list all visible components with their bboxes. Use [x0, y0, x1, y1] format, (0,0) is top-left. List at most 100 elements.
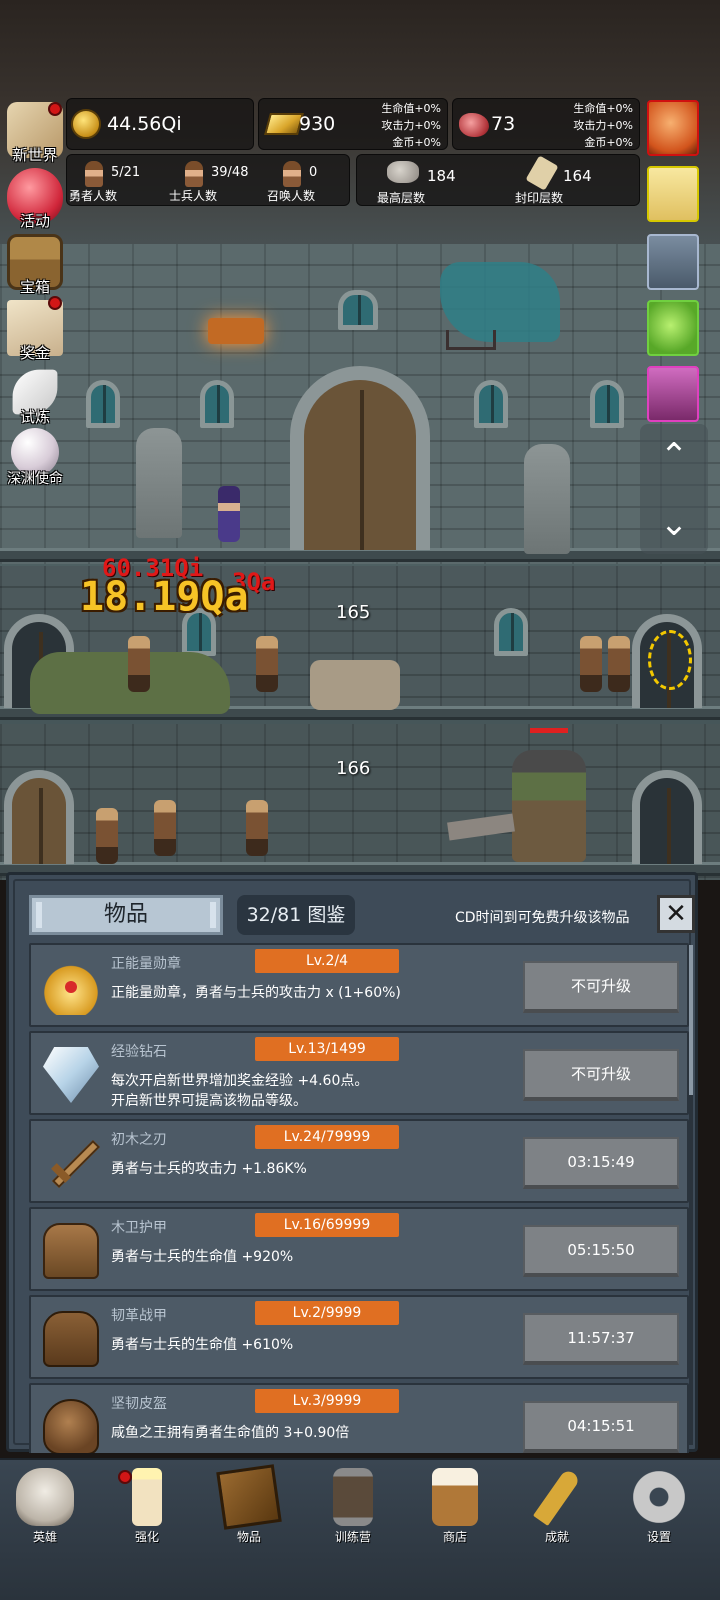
chest-buff-slot[interactable] — [647, 234, 699, 290]
tab-items[interactable]: 物品 — [29, 895, 223, 935]
soldier-count-value: 39/48 — [211, 165, 249, 180]
book-icon — [216, 1464, 282, 1530]
gold-portal — [648, 630, 692, 690]
sealed-floor-value: 164 — [563, 167, 592, 185]
nav-achievements[interactable]: 成就 — [512, 1466, 602, 1552]
item-row: 韧革战甲 Lv.2/9999 勇者与士兵的生命值 +610% 11:57:37 — [29, 1295, 689, 1379]
wooden-armor-icon — [43, 1223, 99, 1279]
crown-medal-icon — [43, 959, 99, 1015]
mage-buff-slot[interactable] — [647, 366, 699, 422]
items-panel: 物品 32/81 图鉴 CD时间到可免费升级该物品 ✕ 正能量勋章 Lv.2/4… — [6, 872, 698, 1453]
item-row: 坚韧皮盔 Lv.3/9999 咸鱼之王拥有勇者生命值的 3+0.90倍 04:1… — [29, 1383, 689, 1453]
summon-count-value: 0 — [309, 165, 318, 180]
menu-trial[interactable]: 试炼 — [2, 364, 68, 427]
menu-bonus[interactable]: 奖金 — [2, 296, 68, 363]
upgrade-cooldown-button[interactable]: 11:57:37 — [523, 1313, 679, 1365]
wizard-hero — [218, 486, 240, 542]
nav-items[interactable]: 物品 — [204, 1464, 294, 1552]
floor-number: 165 — [336, 602, 371, 623]
upgrade-cooldown-button[interactable]: 04:15:51 — [523, 1401, 679, 1453]
notification-badge — [48, 102, 62, 116]
floor-number: 166 — [336, 758, 371, 779]
item-name: 初木之刃 — [111, 1132, 167, 1148]
nav-shop[interactable]: 商店 — [410, 1466, 500, 1552]
menu-treasure[interactable]: 宝箱 — [2, 234, 68, 297]
nav-training-camp[interactable]: 训练营 — [308, 1466, 398, 1552]
menu-event[interactable]: 活动 — [2, 168, 68, 231]
hero-count-label: 勇者人数 — [69, 189, 118, 203]
upgrade-button[interactable]: 不可升级 — [523, 1049, 679, 1101]
meat-gem-icon — [459, 113, 489, 137]
highest-floor-value: 184 — [427, 167, 456, 185]
nav-heroes[interactable]: 英雄 — [0, 1466, 90, 1552]
hero-soldier — [128, 636, 150, 692]
lantern-icon — [333, 1468, 373, 1526]
castle-window — [200, 380, 234, 428]
item-description: 咸鱼之王拥有勇者生命值的 3+0.90倍 — [111, 1425, 350, 1441]
peach-buff-slot[interactable] — [647, 100, 699, 156]
upgrade-button[interactable]: 不可升级 — [523, 961, 679, 1013]
hero-count-icon — [85, 161, 103, 187]
item-list[interactable]: 正能量勋章 Lv.2/4 正能量勋章，勇者与士兵的攻击力 x (1+60%) 不… — [29, 943, 689, 1453]
gold-bar-icon — [264, 113, 304, 135]
beer-mug-icon — [432, 1468, 478, 1526]
soldier-count-label: 士兵人数 — [169, 189, 218, 203]
coin-icon — [71, 109, 101, 139]
stone-icon — [387, 161, 419, 183]
candle-buff-slot[interactable] — [647, 166, 699, 222]
seal-scroll-icon — [525, 155, 559, 191]
gold-counter: 930 生命值+0% 攻击力+0% 金币+0% — [258, 98, 448, 150]
notification-badge — [48, 296, 62, 310]
nav-settings[interactable]: 设置 — [614, 1466, 704, 1552]
menu-abyss-mission[interactable]: 深渊使命 — [2, 428, 68, 488]
hero-count-value: 5/21 — [111, 165, 141, 180]
wooden-sword-icon — [43, 1135, 101, 1191]
dungeon-door — [4, 770, 74, 864]
gem-counter: 73 生命值+0% 攻击力+0% 金币+0% — [452, 98, 640, 150]
slime-buff-slot[interactable] — [647, 300, 699, 356]
item-name: 正能量勋章 — [111, 956, 181, 972]
castle-window — [86, 380, 120, 428]
nav-upgrade[interactable]: 强化 — [102, 1466, 192, 1552]
hero-soldier — [96, 808, 118, 864]
item-name: 坚韧皮盔 — [111, 1396, 167, 1412]
upgrade-cooldown-button[interactable]: 03:15:49 — [523, 1137, 679, 1189]
knight-statue — [524, 444, 570, 554]
item-level-badge: Lv.13/1499 — [255, 1037, 399, 1061]
skull-icon — [16, 1468, 74, 1526]
dungeon-door — [632, 770, 702, 864]
diamond-icon — [43, 1047, 99, 1103]
item-level-badge: Lv.3/9999 — [255, 1389, 399, 1413]
scroll-up-button[interactable]: ⌃ — [643, 426, 705, 486]
item-level-badge: Lv.2/9999 — [255, 1301, 399, 1325]
item-description: 勇者与士兵的生命值 +610% — [111, 1337, 294, 1353]
item-row: 初木之刃 Lv.24/79999 勇者与士兵的攻击力 +1.86K% 03:15… — [29, 1119, 689, 1203]
hero-soldier — [608, 636, 630, 692]
unit-stats: 5/21 勇者人数 39/48 士兵人数 0 召唤人数 — [66, 154, 350, 206]
hero-soldier — [154, 800, 176, 856]
item-name: 韧革战甲 — [111, 1308, 167, 1324]
coin-value: 44.56Qi — [107, 113, 182, 135]
gold-value: 930 — [299, 113, 336, 135]
upgrade-cooldown-button[interactable]: 05:15:50 — [523, 1225, 679, 1277]
scroll-down-button[interactable]: ⌄ — [643, 494, 705, 554]
enemy-health-bar — [530, 728, 568, 733]
floor-stats: 184 最高层数 164 封印层数 — [356, 154, 640, 206]
leather-helmet-icon — [43, 1399, 99, 1453]
castle-window — [590, 380, 624, 428]
menu-new-world[interactable]: 新世界 — [2, 102, 68, 165]
item-name: 经验钻石 — [111, 1044, 167, 1060]
item-list-scrollbar[interactable] — [689, 945, 693, 1445]
knight-statue — [136, 428, 182, 538]
close-button[interactable]: ✕ — [657, 895, 695, 933]
castle-window — [474, 380, 508, 428]
gem-bonus: 生命值+0% 攻击力+0% 金币+0% — [573, 102, 633, 149]
summon-count-label: 召唤人数 — [267, 189, 316, 203]
cd-hint-text: CD时间到可免费升级该物品 — [455, 910, 630, 926]
hero-soldier — [580, 636, 602, 692]
item-level-badge: Lv.24/79999 — [255, 1125, 399, 1149]
item-level-badge: Lv.2/4 — [255, 949, 399, 973]
scroll-thumb[interactable] — [689, 945, 693, 1095]
tab-collection[interactable]: 32/81 图鉴 — [237, 895, 355, 935]
hero-soldier — [246, 800, 268, 856]
